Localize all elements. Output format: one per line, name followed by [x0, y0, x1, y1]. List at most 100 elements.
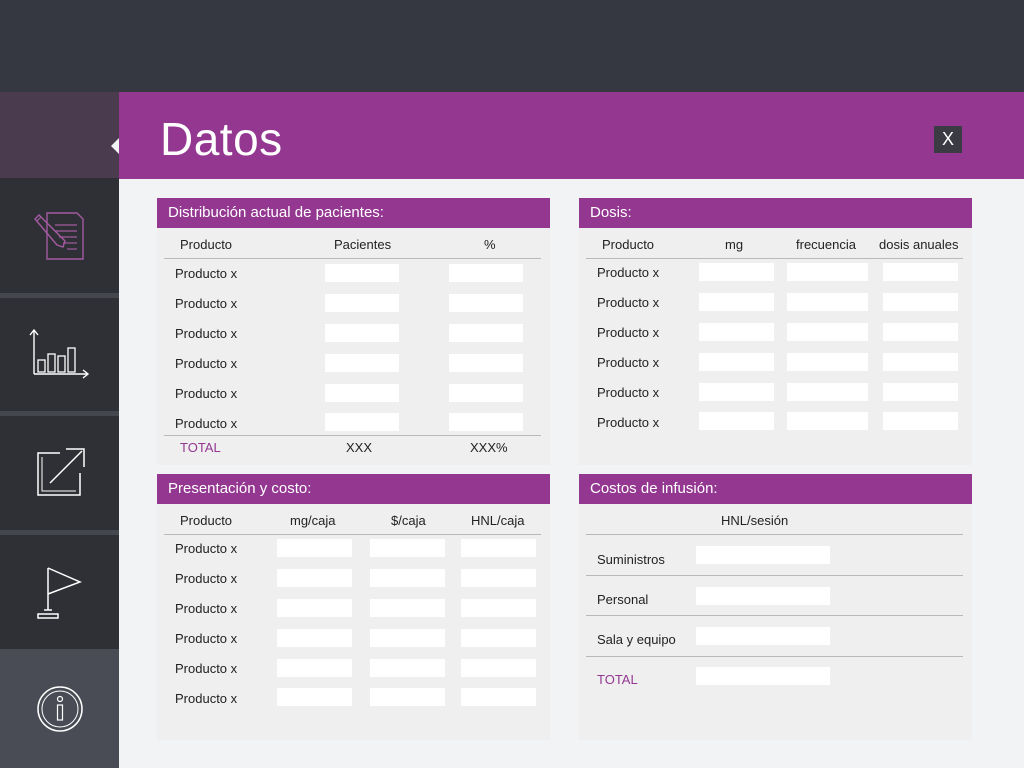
row-label: Producto x: [175, 326, 238, 341]
mg-per-box-input[interactable]: [277, 599, 352, 617]
divider: [586, 575, 963, 576]
sidebar-item-export[interactable]: [0, 416, 119, 530]
patients-input[interactable]: [325, 324, 399, 342]
patients-input[interactable]: [325, 384, 399, 402]
column-header: HNL/caja: [471, 513, 525, 528]
hnl-per-box-input[interactable]: [461, 688, 536, 706]
sidebar-item-info[interactable]: [0, 649, 119, 768]
total-label: TOTAL: [180, 440, 221, 455]
mg-per-box-input[interactable]: [277, 539, 352, 557]
row-label: Producto x: [175, 661, 238, 676]
mg-per-box-input[interactable]: [277, 569, 352, 587]
mg-input[interactable]: [699, 383, 774, 401]
percent-input[interactable]: [449, 294, 523, 312]
patients-input[interactable]: [325, 294, 399, 312]
sidebar-item-flag[interactable]: [0, 535, 119, 649]
percent-input[interactable]: [449, 324, 523, 342]
column-header: %: [484, 237, 496, 252]
patients-input[interactable]: [325, 413, 399, 431]
row-label: Producto x: [175, 631, 238, 646]
personnel-input[interactable]: [696, 587, 830, 605]
frequency-input[interactable]: [787, 293, 868, 311]
annual-doses-input[interactable]: [883, 353, 958, 371]
top-bar: [0, 0, 1024, 92]
total-patients: XXX: [346, 440, 373, 455]
percent-input[interactable]: [449, 384, 523, 402]
row-label: Producto x: [597, 265, 660, 280]
total-label: TOTAL: [597, 672, 638, 687]
divider: [164, 534, 541, 535]
hnl-per-box-input[interactable]: [461, 629, 536, 647]
total-input[interactable]: [696, 667, 830, 685]
usd-per-box-input[interactable]: [370, 659, 445, 677]
mg-input[interactable]: [699, 353, 774, 371]
mg-input[interactable]: [699, 412, 774, 430]
distribution-panel: Distribución actual de pacientes: Produc…: [157, 198, 550, 465]
annual-doses-input[interactable]: [883, 383, 958, 401]
mg-input[interactable]: [699, 323, 774, 341]
usd-per-box-input[interactable]: [370, 688, 445, 706]
frequency-input[interactable]: [787, 353, 868, 371]
frequency-input[interactable]: [787, 323, 868, 341]
infusion-cost-panel: Costos de infusión: HNL/sesión Suministr…: [579, 474, 972, 740]
row-label: Producto x: [175, 416, 238, 431]
total-percent: XXX%: [470, 440, 508, 455]
sidebar-item-chart[interactable]: [0, 298, 119, 411]
column-header: $/caja: [391, 513, 426, 528]
divider: [586, 258, 963, 259]
column-header: Producto: [180, 513, 233, 528]
divider: [586, 656, 963, 657]
percent-input[interactable]: [449, 264, 523, 282]
divider: [586, 615, 963, 616]
sidebar-item-data[interactable]: [0, 178, 119, 293]
divider: [586, 534, 963, 535]
usd-per-box-input[interactable]: [370, 569, 445, 587]
row-label: Producto x: [175, 266, 238, 281]
document-pencil-icon: [33, 209, 87, 263]
usd-per-box-input[interactable]: [370, 629, 445, 647]
frequency-input[interactable]: [787, 383, 868, 401]
mg-per-box-input[interactable]: [277, 629, 352, 647]
frequency-input[interactable]: [787, 412, 868, 430]
percent-input[interactable]: [449, 413, 523, 431]
percent-input[interactable]: [449, 354, 523, 372]
room-equipment-input[interactable]: [696, 627, 830, 645]
row-label: Producto x: [175, 356, 238, 371]
column-header: Producto: [602, 237, 655, 252]
frequency-input[interactable]: [787, 263, 868, 281]
annual-doses-input[interactable]: [883, 263, 958, 281]
row-label: Producto x: [597, 415, 660, 430]
hnl-per-box-input[interactable]: [461, 569, 536, 587]
dosis-panel-header: Dosis:: [579, 198, 972, 228]
patients-input[interactable]: [325, 264, 399, 282]
close-button[interactable]: X: [934, 126, 962, 153]
page-header: Datos X: [119, 92, 1024, 179]
row-label: Producto x: [175, 296, 238, 311]
mg-input[interactable]: [699, 263, 774, 281]
row-label: Producto x: [175, 691, 238, 706]
hnl-per-box-input[interactable]: [461, 659, 536, 677]
annual-doses-input[interactable]: [883, 412, 958, 430]
divider: [164, 258, 541, 259]
hnl-per-box-input[interactable]: [461, 539, 536, 557]
presentation-cost-panel: Presentación y costo: Producto mg/caja $…: [157, 474, 550, 740]
hnl-per-box-input[interactable]: [461, 599, 536, 617]
patients-input[interactable]: [325, 354, 399, 372]
sidebar-top: [0, 92, 119, 178]
supplies-input[interactable]: [696, 546, 830, 564]
mg-input[interactable]: [699, 293, 774, 311]
usd-per-box-input[interactable]: [370, 539, 445, 557]
column-header: HNL/sesión: [721, 513, 789, 528]
annual-doses-input[interactable]: [883, 323, 958, 341]
mg-per-box-input[interactable]: [277, 688, 352, 706]
column-header: mg: [725, 237, 744, 252]
divider: [164, 435, 541, 436]
usd-per-box-input[interactable]: [370, 599, 445, 617]
mg-per-box-input[interactable]: [277, 659, 352, 677]
column-header: mg/caja: [290, 513, 336, 528]
annual-doses-input[interactable]: [883, 293, 958, 311]
column-header: Producto: [180, 237, 233, 252]
external-link-icon: [32, 445, 88, 501]
column-header: Pacientes: [334, 237, 392, 252]
distribution-panel-header: Distribución actual de pacientes:: [157, 198, 550, 228]
